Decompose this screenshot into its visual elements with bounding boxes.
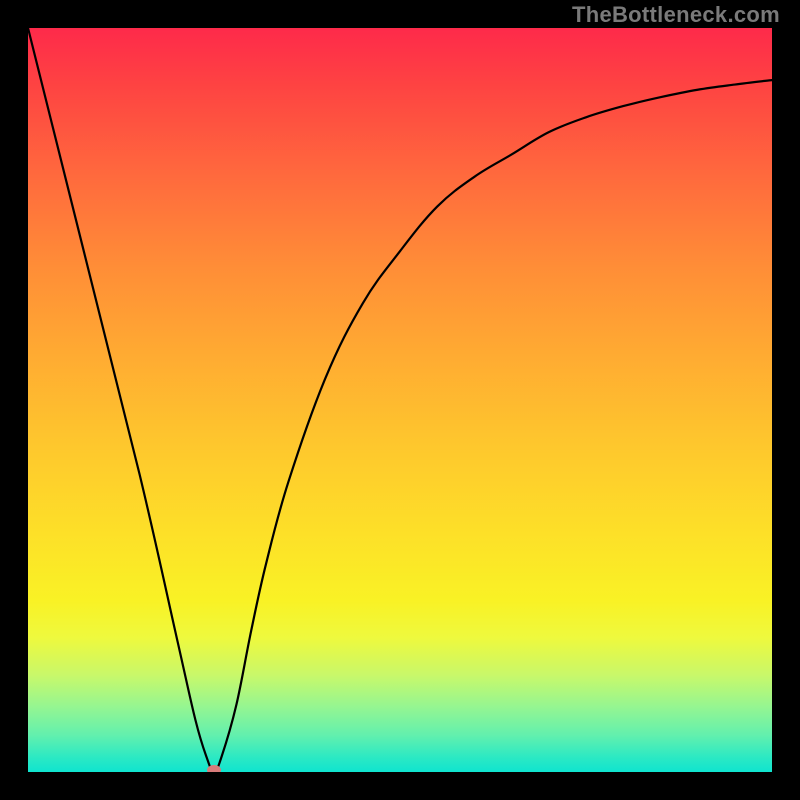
bottleneck-curve [28, 28, 772, 772]
optimum-marker-icon [207, 765, 221, 772]
watermark-text: TheBottleneck.com [572, 2, 780, 28]
plot-area [28, 28, 772, 772]
chart-frame: TheBottleneck.com [0, 0, 800, 800]
